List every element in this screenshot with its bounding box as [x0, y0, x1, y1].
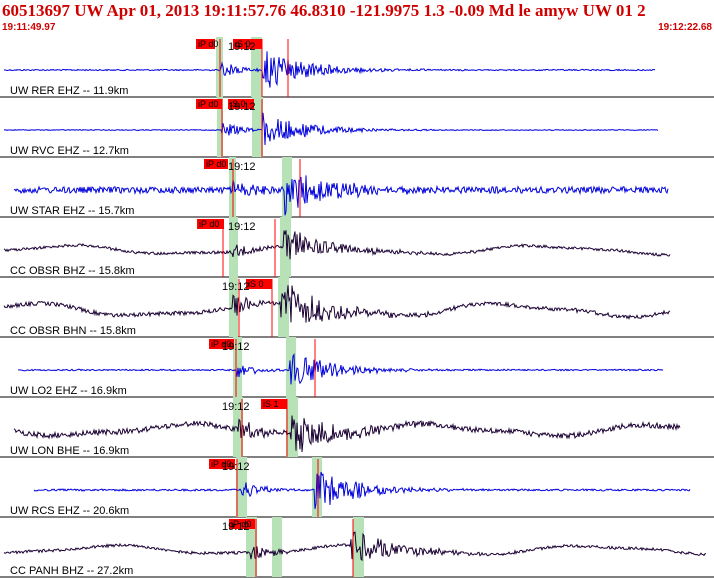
pick-window	[278, 277, 289, 337]
waveform-trace[interactable]	[3, 51, 656, 88]
station-label: UW RVC EHZ -- 12.7km	[10, 145, 129, 157]
station-label: UW RCS EHZ -- 20.6km	[10, 505, 129, 517]
station-label: CC PANH BHZ -- 27.2km	[10, 565, 133, 577]
time-tick-label: 19:12	[222, 521, 250, 533]
waveform-trace[interactable]	[33, 471, 691, 509]
time-tick-label: 19:12	[222, 281, 250, 293]
time-tick-label: 19:12	[228, 101, 256, 113]
pick-label: iP d0	[198, 39, 218, 49]
time-tick-label: 19:12	[228, 221, 256, 233]
station-label: CC OBSR BHN -- 15.8km	[10, 325, 136, 337]
time-tick-label: 19:12	[222, 341, 250, 353]
station-label: UW STAR EHZ -- 15.7km	[10, 205, 134, 217]
time-tick-label: 19:12	[222, 461, 250, 473]
pick-label: iP d0	[206, 159, 226, 169]
end-time: 19:12:22.68	[658, 22, 712, 33]
time-tick-label: 19:12	[228, 161, 256, 173]
pick-label: iS 0	[248, 279, 264, 289]
pick-window	[272, 517, 282, 577]
seismogram-panel[interactable]: iP d0 iS 019:12UW RER EHZ -- 11.9kmiP d0 i…	[0, 37, 714, 578]
waveform-trace[interactable]	[18, 352, 664, 385]
station-label: UW LON BHE -- 16.9km	[10, 445, 129, 457]
pick-label: iP d0	[199, 219, 219, 229]
pick-label: iS 1	[263, 399, 279, 409]
station-label: CC OBSR BHZ -- 15.8km	[10, 265, 135, 277]
waveform-trace[interactable]	[3, 230, 671, 260]
start-time: 19:11:49.97	[2, 22, 56, 33]
station-label: UW RER EHZ -- 11.9km	[10, 85, 128, 97]
station-label: UW LO2 EHZ -- 16.9km	[10, 385, 127, 397]
waveform-trace[interactable]	[3, 285, 671, 323]
event-title: 60513697 UW Apr 01, 2013 19:11:57.76 46.…	[2, 1, 646, 20]
event-header: 60513697 UW Apr 01, 2013 19:11:57.76 46.…	[0, 0, 714, 36]
pick-label: iP d0	[198, 99, 218, 109]
waveform-trace[interactable]	[3, 112, 659, 146]
time-tick-label: 19:12	[222, 401, 250, 413]
time-tick-label: 19:12	[228, 41, 256, 53]
